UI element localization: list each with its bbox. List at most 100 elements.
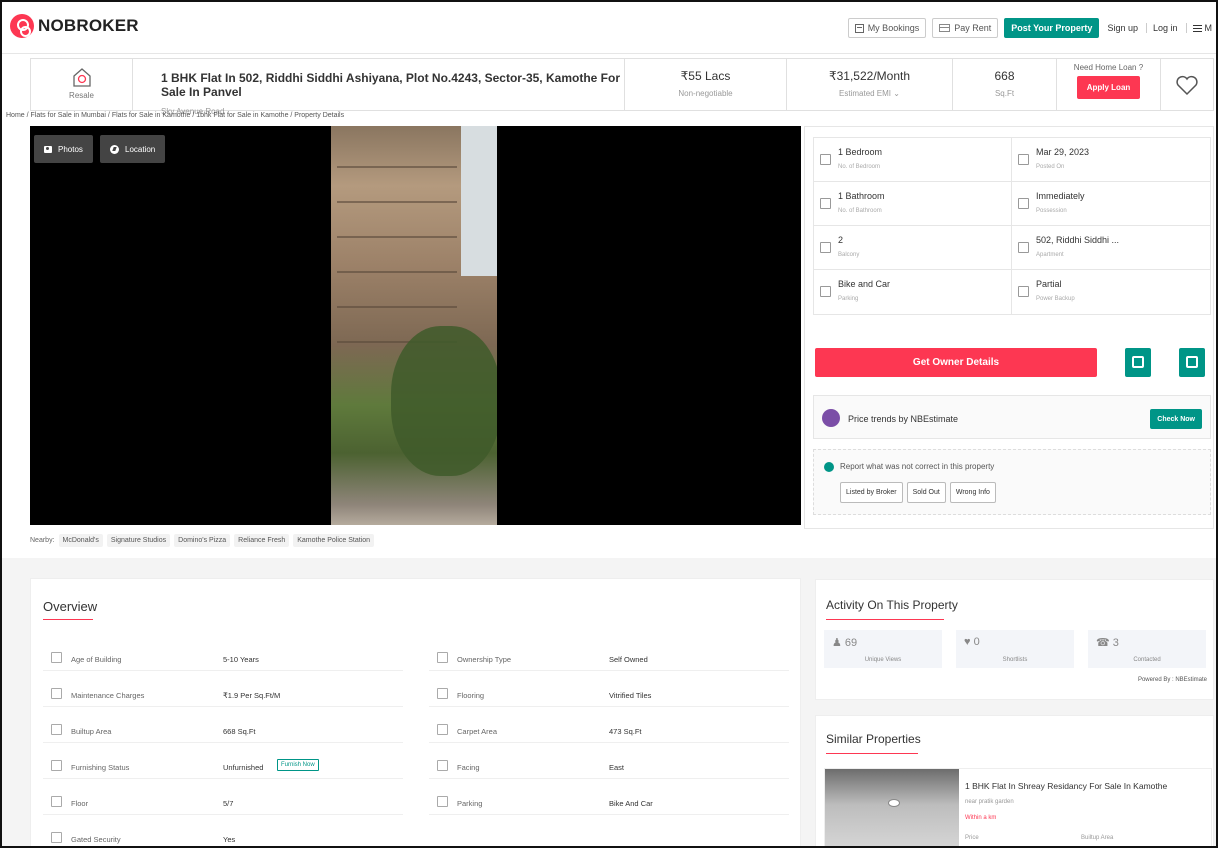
sign-up-link[interactable]: Sign up xyxy=(1105,23,1140,33)
similar-property-card[interactable]: 1 BHK Flat In Shreay Residancy For Sale … xyxy=(824,768,1212,846)
overview-key: Furnishing Status xyxy=(71,763,130,772)
furnish-now-button[interactable]: Furnish Now xyxy=(277,759,319,771)
similar-properties-card: Similar Properties 1 BHK Flat In Shreay … xyxy=(815,715,1214,846)
details-panel: 1 Bedroom No. of Bedroom Mar 29, 2023 Post… xyxy=(804,126,1214,529)
overview-value: Vitrified Tiles xyxy=(609,691,652,700)
logo-text: NOBROKER xyxy=(38,16,139,35)
photos-button[interactable]: Photos xyxy=(34,135,93,163)
get-owner-details-button[interactable]: Get Owner Details xyxy=(815,348,1097,377)
overview-key: Facing xyxy=(457,763,480,772)
car-icon xyxy=(820,286,831,297)
overview-value: Self Owned xyxy=(609,655,648,664)
logo[interactable]: NOBROKER xyxy=(10,14,139,38)
floor-icon xyxy=(51,796,62,807)
overview-key: Parking xyxy=(457,799,483,808)
detail-label: Power Backup xyxy=(1036,296,1075,302)
post-property-label: Post Your Property xyxy=(1011,23,1093,33)
nearby-chip[interactable]: McDonald's xyxy=(58,534,103,547)
emi-dropdown[interactable]: Estimated EMI ⌄ xyxy=(787,89,952,98)
overview-row: Ownership Type Self Owned xyxy=(429,649,789,671)
building-icon xyxy=(51,724,62,735)
key-icon xyxy=(1018,198,1029,209)
property-photo[interactable] xyxy=(331,126,497,525)
price-block: ₹55 Lacs Non-negotiable xyxy=(625,59,787,110)
detail-posted: Mar 29, 2023 Posted On xyxy=(1012,138,1210,182)
detail-value: 502, Riddhi Siddhi ... xyxy=(1036,235,1120,245)
overview-row: Builtup Area 668 Sq.Ft xyxy=(43,721,403,743)
area-value: 668 xyxy=(994,69,1015,83)
pay-rent-label: Pay Rent xyxy=(954,23,992,33)
menu-button[interactable]: M xyxy=(1185,23,1215,33)
price-trends-text: Price trends by NBEstimate xyxy=(848,414,959,424)
area-unit: Sq.Ft xyxy=(994,89,1015,98)
overview-value: East xyxy=(609,763,625,772)
detail-label: No. of Bedroom xyxy=(838,164,881,170)
report-text: Report what was not correct in this prop… xyxy=(840,462,995,471)
overview-row: Gated Security Yes xyxy=(43,829,403,846)
details-grid: 1 Bedroom No. of Bedroom Mar 29, 2023 Post… xyxy=(813,137,1211,315)
chat-button[interactable] xyxy=(1179,348,1205,377)
nearby-chip[interactable]: Domino's Pizza xyxy=(174,534,231,547)
report-card: Report what was not correct in this prop… xyxy=(813,449,1211,515)
overview-value: ₹1.9 Per Sq.Ft/M xyxy=(223,691,281,700)
car-icon xyxy=(437,796,448,807)
nearby-chip[interactable]: Reliance Fresh xyxy=(234,534,290,547)
overview-key: Ownership Type xyxy=(457,655,512,664)
top-nav: NOBROKER My Bookings Pay Rent Post Your … xyxy=(2,2,1216,54)
schedule-visit-button[interactable] xyxy=(1125,348,1151,377)
photo-gallery[interactable]: Photos Location xyxy=(30,126,801,525)
stat-contacted: ☎ 3 Contacted xyxy=(1088,630,1206,668)
overview-key: Builtup Area xyxy=(71,727,112,736)
price-trends-card: Price trends by NBEstimate Check Now xyxy=(813,395,1211,439)
nearby-chip[interactable]: Signature Studios xyxy=(106,534,171,547)
similar-property-name[interactable]: 1 BHK Flat In Shreay Residancy For Sale … xyxy=(965,781,1167,791)
my-bookings-label: My Bookings xyxy=(867,23,920,33)
check-now-button[interactable]: Check Now xyxy=(1150,409,1202,429)
location-button[interactable]: Location xyxy=(100,135,166,163)
overview-key: Age of Building xyxy=(71,655,122,664)
contacted-count: ☎ 3 xyxy=(1096,637,1119,649)
detail-bedroom: 1 Bedroom No. of Bedroom xyxy=(814,138,1012,182)
sold-out-button[interactable]: Sold Out xyxy=(906,482,946,503)
wrong-info-button[interactable]: Wrong Info xyxy=(949,482,996,503)
user-icon xyxy=(437,652,448,663)
stat-label: Shortlists xyxy=(1002,657,1028,663)
overview-row: Maintenance Charges ₹1.9 Per Sq.Ft/M xyxy=(43,685,403,707)
nearby-chip[interactable]: Kamothe Police Station xyxy=(293,534,375,547)
detail-label: Possession xyxy=(1036,208,1067,214)
activity-title: Activity On This Property xyxy=(826,598,958,612)
detail-label: Posted On xyxy=(1036,164,1065,170)
stat-shortlists: ♥ 0 Shortlists xyxy=(956,630,1074,668)
shortlists-count: ♥ 0 xyxy=(964,636,980,648)
stat-label: Contacted xyxy=(1133,657,1161,663)
overview-title: Overview xyxy=(43,599,98,614)
overview-row: Floor 5/7 xyxy=(43,793,403,815)
pay-rent-button[interactable]: Pay Rent xyxy=(932,18,999,38)
overview-key: Maintenance Charges xyxy=(71,691,145,700)
listed-by-broker-button[interactable]: Listed by Broker xyxy=(840,482,903,503)
house-icon xyxy=(73,68,91,87)
detail-value: 1 Bedroom xyxy=(838,147,883,157)
views-number: 69 xyxy=(844,637,858,649)
overview-value: 473 Sq.Ft xyxy=(609,727,642,736)
overview-value: 668 Sq.Ft xyxy=(223,727,256,736)
apply-loan-button[interactable]: Apply Loan xyxy=(1076,76,1141,99)
similar-property-photo[interactable] xyxy=(825,769,959,846)
similar-title: Similar Properties xyxy=(826,732,921,746)
log-in-link[interactable]: Log in xyxy=(1145,23,1180,33)
floorplan-icon xyxy=(437,724,448,735)
detail-value: 1 Bathroom xyxy=(838,191,885,201)
breadcrumb[interactable]: Home / Flats for Sale in Mumbai / Flats … xyxy=(6,112,344,119)
emi-block[interactable]: ₹31,522/Month Estimated EMI ⌄ xyxy=(787,59,953,110)
overview-key: Flooring xyxy=(457,691,485,700)
similar-property-distance: Within a km xyxy=(965,815,997,821)
overview-row: Flooring Vitrified Tiles xyxy=(429,685,789,707)
detail-label: No. of Bathroom xyxy=(838,208,882,214)
resale-label: Resale xyxy=(69,91,94,100)
battery-icon xyxy=(1018,286,1029,297)
post-property-button[interactable]: Post Your Property xyxy=(1004,18,1100,38)
price-note: Non-negotiable xyxy=(678,89,733,98)
photos-label: Photos xyxy=(58,144,83,154)
my-bookings-button[interactable]: My Bookings xyxy=(847,18,927,38)
shortlist-button[interactable] xyxy=(1161,59,1213,110)
